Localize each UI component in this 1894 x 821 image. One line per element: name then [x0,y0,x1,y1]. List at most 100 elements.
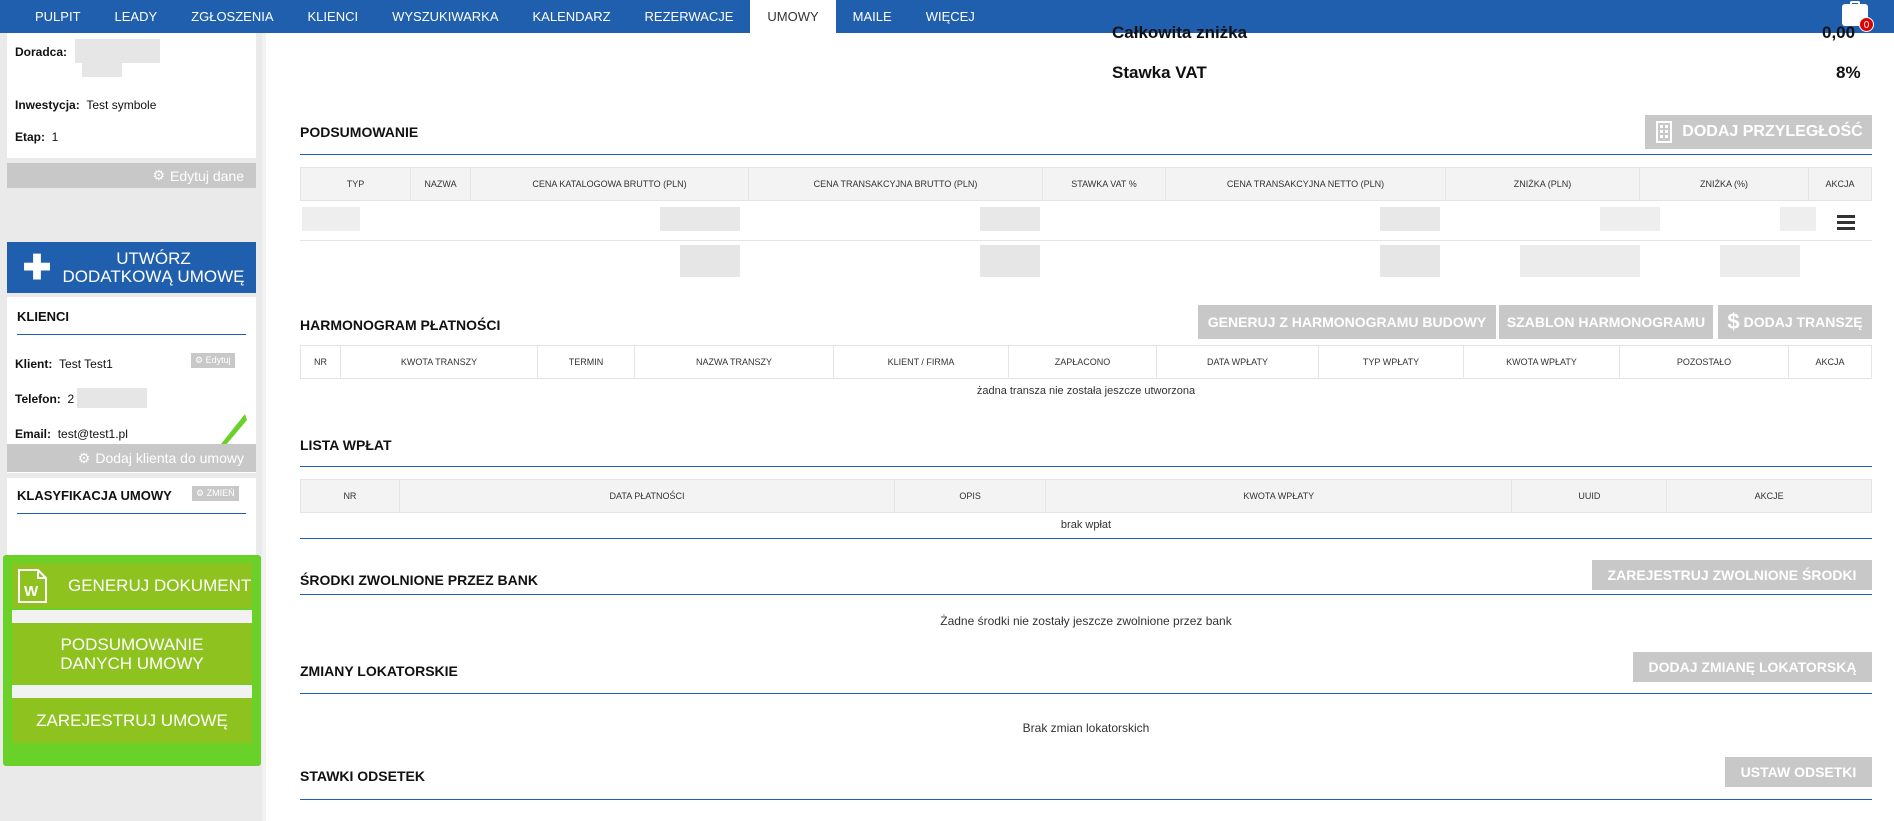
generate-from-schedule-button[interactable]: GENERUJ Z HARMONOGRAMU BUDOWY [1198,305,1496,339]
redacted-total [680,245,740,277]
inwestycja-label: Inwestycja: [15,98,80,112]
nav-rezerwacje[interactable]: REZERWACJE [628,0,751,33]
classification-panel: KLASYFIKACJA UMOWY ⚙ ZMIEŃ [7,478,256,566]
register-contract-button[interactable]: ZAREJESTRUJ UMOWĘ [12,698,252,743]
released-funds-empty-message: Żadne środki nie zostały jeszcze zwolnio… [940,614,1232,628]
payments-bottom-divider [300,538,1872,539]
redacted-cell [980,207,1040,231]
add-tranche-label: DODAJ TRANSZĘ [1743,314,1863,330]
nav-kalendarz[interactable]: KALENDARZ [516,0,628,33]
summary-table-header: TYP NAZWA CENA KATALOGOWA BRUTTO (PLN) C… [300,167,1872,201]
create-extra-contract-label: UTWÓRZ DODATKOWĄ UMOWĘ [62,248,245,286]
nav-pulpit[interactable]: PULPIT [0,0,98,33]
payments-empty-message: brak wpłat [1060,519,1112,531]
generate-document-button[interactable]: W GENERUJ DOKUMENT [12,563,252,608]
interest-rates-title: STAWKI ODSETEK [300,768,425,784]
gear-icon: ⚙ [77,449,91,466]
col-znizka-procent: ZNIŻKA (%) [1640,168,1809,200]
tenant-changes-divider [300,693,1872,694]
col-kwota-transzy: KWOTA TRANSZY [341,346,538,378]
change-label: ZMIEŃ [206,488,235,498]
col-stawka-vat: STAWKA VAT % [1043,168,1166,200]
register-contract-label: ZAREJESTRUJ UMOWĘ [36,711,228,730]
col-nr: NR [301,346,341,378]
svg-text:W: W [24,583,39,600]
redacted-total [1720,245,1800,277]
gear-icon: ⚙ [196,488,205,498]
col-nr: NR [301,480,400,512]
top-navigation: PULPIT LEADY ZGŁOSZENIA KLIENCI WYSZUKIW… [0,0,1894,33]
redacted-cell [660,207,740,231]
phone-value: 2 [67,392,75,406]
summary-title: PODSUMOWANIE [300,124,419,140]
redacted-cell [302,207,360,231]
add-adjacency-label: DODAJ PRZYLEGŁOŚĆ [1682,123,1863,140]
col-data-platnosci: DATA PŁATNOŚCI [400,480,896,512]
col-nazwa-transzy: NAZWA TRANSZY [635,346,834,378]
col-kwota-wplaty: KWOTA WPŁATY [1464,346,1620,378]
register-released-funds-label: ZAREJESTRUJ ZWOLNIONE ŚRODKI [1607,567,1857,583]
released-funds-title: ŚRODKI ZWOLNIONE PRZEZ BANK [300,572,538,588]
schedule-table-header: NR KWOTA TRANSZY TERMIN NAZWA TRANSZY KL… [300,345,1872,379]
payments-list-title: LISTA WPŁAT [300,437,392,453]
nav-maile[interactable]: MAILE [836,0,909,33]
nav-zgloszenia[interactable]: ZGŁOSZENIA [174,0,290,33]
clients-title: KLIENCI [17,309,69,324]
vat-value: 8% [1836,63,1861,82]
redacted-total [1520,245,1640,277]
col-kwota-wplaty: KWOTA WPŁATY [1046,480,1513,512]
client-edit-button[interactable]: ⚙ Edytuj [191,353,235,368]
create-extra-contract-button[interactable]: ✚ UTWÓRZ DODATKOWĄ UMOWĘ [7,242,256,293]
left-sidebar: Doradca: Inwestycja: Test symbole Etap: … [0,33,262,821]
set-interest-button[interactable]: USTAW ODSETKI [1725,757,1872,787]
classification-title: KLASYFIKACJA UMOWY [17,488,172,503]
nav-wiecej[interactable]: WIĘCEJ [909,0,992,33]
clients-divider [17,334,246,335]
change-classification-button[interactable]: ⚙ ZMIEŃ [192,486,239,501]
generate-from-schedule-label: GENERUJ Z HARMONOGRAMU BUDOWY [1207,314,1487,330]
col-data-wplaty: DATA WPŁATY [1157,346,1319,378]
doradca-value-redacted-2 [82,61,122,77]
classification-divider [17,513,246,514]
client-edit-label: Edytuj [205,355,231,365]
client-label: Klient: [15,357,53,371]
notification-badge: 0 [1859,17,1874,32]
document-actions-panel: W GENERUJ DOKUMENT PODSUMOWANIE DANYCH U… [3,555,261,766]
released-funds-divider [300,594,1872,595]
doradca-value-redacted [75,39,160,63]
col-typ-wplaty: TYP WPŁATY [1319,346,1464,378]
schedule-template-label: SZABLON HARMONOGRAMU [1506,314,1706,330]
gear-icon: ⚙ [195,355,204,365]
add-client-button[interactable]: ⚙ Dodaj klienta do umowy [7,444,256,472]
add-client-label: Dodaj klienta do umowy [95,450,244,466]
nav-leady[interactable]: LEADY [98,0,175,33]
redacted-cell [1600,207,1660,231]
word-document-icon: W [18,568,47,603]
col-nazwa: NAZWA [411,168,471,200]
contract-data-summary-button[interactable]: PODSUMOWANIE DANYCH UMOWY [12,623,252,684]
edit-data-button[interactable]: ⚙ Edytuj dane [7,163,256,188]
tenant-changes-title: ZMIANY LOKATORSKIE [300,663,458,679]
total-discount-value: 0,00 [1822,23,1856,42]
redacted-total [980,245,1040,277]
payments-divider [300,466,1872,467]
add-tenant-change-button[interactable]: DODAJ ZMIANĘ LOKATORSKĄ [1633,652,1872,682]
etap-value: 1 [51,130,59,144]
nav-klienci[interactable]: KLIENCI [291,0,376,33]
add-tenant-change-label: DODAJ ZMIANĘ LOKATORSKĄ [1648,659,1857,675]
col-akcje: AKCJE [1754,491,1784,501]
phone-label: Telefon: [15,392,61,406]
register-released-funds-button[interactable]: ZAREJESTRUJ ZWOLNIONE ŚRODKI [1592,560,1872,590]
add-tranche-button[interactable]: $ DODAJ TRANSZĘ [1718,305,1872,339]
generate-document-label: GENERUJ DOKUMENT [68,576,252,595]
menu-icon[interactable] [1837,215,1855,230]
total-discount-label: Całkowita zniżka [1112,23,1248,42]
col-zaplacono: ZAPŁACONO [1009,346,1157,378]
nav-wyszukiwarka[interactable]: WYSZUKIWARKA [375,0,515,33]
interest-rates-divider [300,799,1872,800]
col-cena-transakcyjna-netto: CENA TRANSAKCYJNA NETTO (PLN) [1166,168,1446,200]
summary-totals-row [300,241,1872,281]
nav-umowy[interactable]: UMOWY [750,0,836,33]
schedule-template-button[interactable]: SZABLON HARMONOGRAMU [1499,305,1713,339]
add-adjacency-button[interactable]: DODAJ PRZYLEGŁOŚĆ [1645,115,1872,149]
